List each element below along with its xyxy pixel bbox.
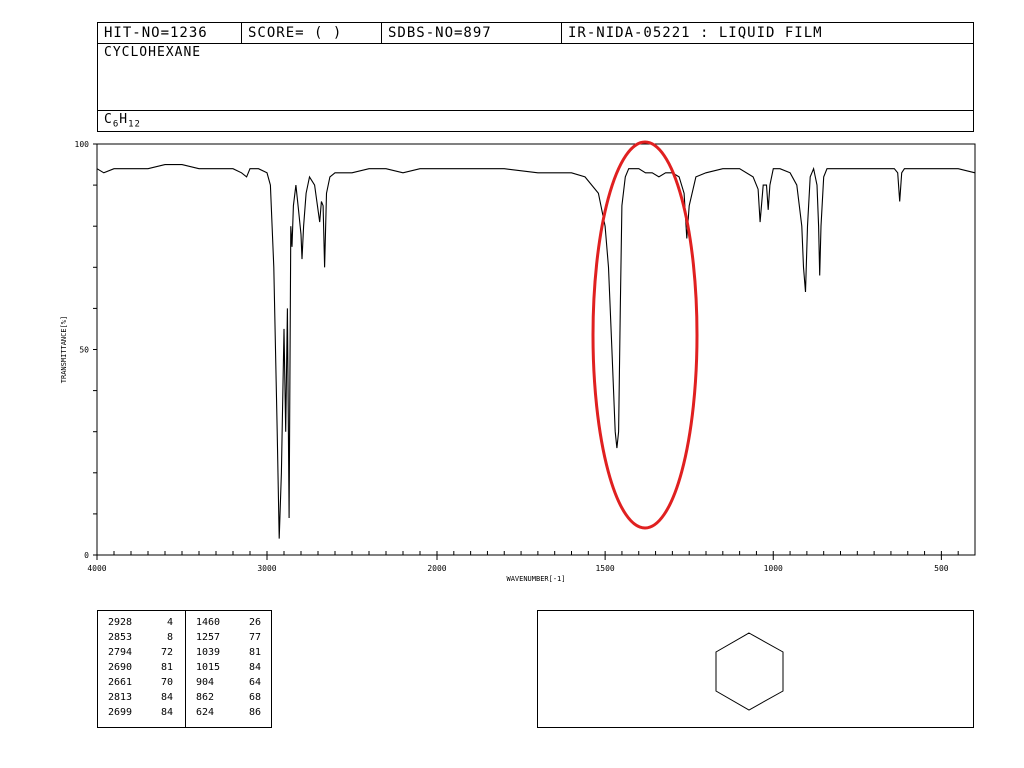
peak-wavenumber: 2813 — [108, 692, 133, 703]
x-axis-label: WAVENUMBER[-1] — [506, 575, 565, 583]
peak-row: 2661 70 — [98, 675, 185, 690]
peak-transmittance: 84 — [248, 662, 261, 673]
peak-wavenumber: 2699 — [108, 707, 133, 718]
peak-row: 2794 72 — [98, 645, 185, 660]
peak-transmittance: 72 — [160, 647, 173, 658]
peak-wavenumber: 624 — [196, 707, 215, 718]
peak-row: 1257 77 — [186, 630, 273, 645]
peak-transmittance: 84 — [160, 707, 173, 718]
peak-row: 2690 81 — [98, 660, 185, 675]
peak-transmittance: 84 — [160, 692, 173, 703]
ir-spectrum-chart: 4000 3000 2000 1500 1000 500 0 50 100 WAVENUMBER[… — [60, 140, 976, 583]
peak-row: 904 64 — [186, 675, 273, 690]
peak-wavenumber: 2690 — [108, 662, 133, 673]
peak-wavenumber: 1039 — [196, 647, 221, 658]
spectrum-line — [96, 164, 976, 539]
structure-box — [537, 610, 974, 728]
peak-wavenumber: 2661 — [108, 677, 133, 688]
peak-wavenumber: 904 — [196, 677, 215, 688]
peak-wavenumber: 862 — [196, 692, 215, 703]
peak-transmittance: 26 — [248, 617, 261, 628]
highlight-ellipse — [591, 140, 699, 530]
peak-row: 2699 84 — [98, 705, 185, 720]
peak-transmittance: 81 — [248, 647, 261, 658]
peak-wavenumber: 1015 — [196, 662, 221, 673]
y-tick-label: 100 — [75, 140, 90, 149]
peak-transmittance: 70 — [160, 677, 173, 688]
x-tick-label: 3000 — [257, 564, 276, 573]
peak-table: 2928 4 2853 8 2794 72 2690 81 2661 70 2813 84 2699 84… — [97, 610, 272, 728]
peak-row: 862 68 — [186, 690, 273, 705]
y-axis-label: TRANSMITTANCE[%] — [60, 316, 68, 383]
peak-transmittance: 8 — [166, 632, 173, 643]
peak-row: 2928 4 — [98, 615, 185, 630]
peak-wavenumber: 2853 — [108, 632, 133, 643]
peak-wavenumber: 2928 — [108, 617, 133, 628]
cyclohexane-ring-icon — [715, 632, 784, 711]
peak-transmittance: 77 — [248, 632, 261, 643]
x-tick-label: 1000 — [764, 564, 783, 573]
x-tick-label: 4000 — [87, 564, 106, 573]
peak-row: 1460 26 — [186, 615, 273, 630]
peak-row: 624 86 — [186, 705, 273, 720]
peak-column-left: 2928 4 2853 8 2794 72 2690 81 2661 70 2813 84 2699 84 — [98, 615, 185, 725]
peak-transmittance: 4 — [166, 617, 173, 628]
peak-wavenumber: 1257 — [196, 632, 221, 643]
peak-row: 1039 81 — [186, 645, 273, 660]
peak-transmittance: 68 — [248, 692, 261, 703]
peak-column-right: 1460 26 1257 77 1039 81 1015 84 904 64 862 68 624 86 — [186, 615, 273, 725]
x-tick-label: 2000 — [427, 564, 446, 573]
plot-frame — [96, 143, 976, 556]
x-tick-label: 500 — [934, 564, 949, 573]
peak-wavenumber: 2794 — [108, 647, 133, 658]
peak-transmittance: 81 — [160, 662, 173, 673]
x-tick-label: 1500 — [595, 564, 614, 573]
peak-transmittance: 64 — [248, 677, 261, 688]
peak-row: 1015 84 — [186, 660, 273, 675]
peak-transmittance: 86 — [248, 707, 261, 718]
peak-row: 2853 8 — [98, 630, 185, 645]
y-tick-label: 0 — [84, 551, 89, 560]
y-tick-label: 50 — [79, 346, 89, 355]
peak-row: 2813 84 — [98, 690, 185, 705]
peak-wavenumber: 1460 — [196, 617, 221, 628]
